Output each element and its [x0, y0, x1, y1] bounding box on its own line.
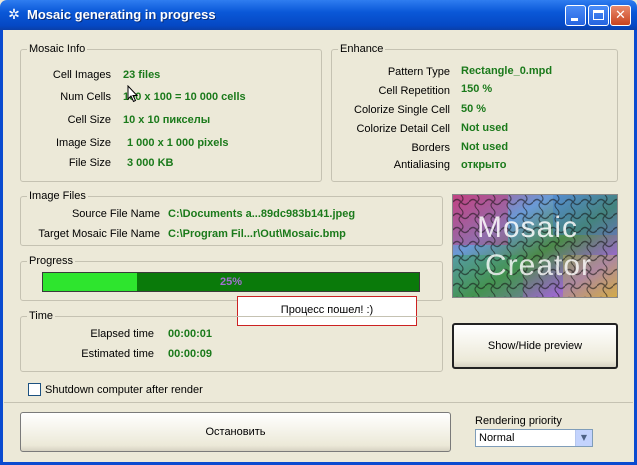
file-size-value: 3 000 KB: [127, 157, 174, 169]
chevron-down-icon[interactable]: ▼: [575, 430, 592, 446]
progress-title: Progress: [27, 254, 76, 268]
mosaic-info-title: Mosaic Info: [27, 42, 88, 56]
source-file-label: Source File Name: [71, 208, 160, 220]
elapsed-time-label: Elapsed time: [90, 328, 154, 340]
mouse-cursor-icon: [127, 85, 139, 103]
cell-size-label: Cell Size: [67, 114, 111, 126]
num-cells-label: Num Cells: [60, 91, 111, 103]
pattern-type-label: Pattern Type: [387, 66, 450, 78]
image-size-value: 1 000 x 1 000 pixels: [127, 137, 229, 149]
minimize-icon: [571, 18, 578, 21]
stop-button[interactable]: Остановить: [20, 412, 451, 452]
time-title: Time: [27, 309, 56, 323]
estimated-time-label: Estimated time: [81, 348, 154, 360]
window-border-left: [0, 30, 3, 465]
num-cells-value: 100 x 100 = 10 000 cells: [123, 91, 246, 103]
image-files-title: Image Files: [27, 189, 88, 203]
target-file-label: Target Mosaic File Name: [38, 228, 160, 240]
minimize-button[interactable]: [565, 5, 586, 26]
render-progress-bar: 25%: [42, 272, 420, 292]
antialiasing-label: Antialiasing: [393, 159, 450, 171]
preview-text-creator: Creator: [485, 249, 593, 282]
cell-repetition-value: 150 %: [461, 83, 493, 95]
pattern-type-value: Rectangle_0.mpd: [461, 65, 553, 77]
close-icon: ✕: [615, 8, 626, 23]
rendering-priority-label: Rendering priority: [475, 415, 562, 427]
antialiasing-value: открыто: [461, 159, 507, 171]
target-file-value: C:\Program Fil...r\Out\Mosaic.bmp: [168, 228, 346, 240]
image-size-label: Image Size: [55, 137, 111, 149]
title-bar[interactable]: ✲ Mosaic generating in progress ✕: [0, 0, 637, 30]
cell-repetition-label: Cell Repetition: [378, 85, 450, 97]
cell-size-value: 10 x 10 пикселы: [123, 114, 211, 126]
rendering-priority-value: Normal: [479, 432, 515, 444]
close-button[interactable]: ✕: [610, 5, 631, 26]
time-group: Time: [20, 309, 443, 372]
cell-images-value: 23 files: [123, 69, 161, 81]
mosaic-preview-image: Mosaic Creator: [452, 194, 618, 298]
borders-label: Borders: [411, 142, 450, 154]
estimated-time-value: 00:00:09: [168, 348, 213, 360]
shutdown-checkbox-label[interactable]: Shutdown computer after render: [45, 383, 203, 397]
preview-text-mosaic: Mosaic: [477, 211, 579, 244]
window-title: Mosaic generating in progress: [27, 7, 216, 22]
maximize-icon: [593, 10, 604, 20]
borders-value: Not used: [461, 141, 509, 153]
source-file-value: C:\Documents a...89dc983b141.jpeg: [168, 208, 356, 220]
stop-button-label: Остановить: [205, 426, 266, 438]
shutdown-checkbox[interactable]: [28, 383, 41, 396]
colorize-detail-value: Not used: [461, 122, 509, 134]
rendering-priority-select[interactable]: Normal ▼: [475, 429, 593, 447]
enhance-title: Enhance: [338, 42, 386, 56]
progress-percent: 25%: [219, 276, 243, 288]
file-size-label: File Size: [68, 157, 111, 169]
colorize-single-value: 50 %: [461, 103, 487, 115]
show-hide-preview-button[interactable]: Show/Hide preview: [452, 323, 618, 369]
mosaic-app-icon: ✲: [8, 7, 20, 23]
cell-images-label: Cell Images: [52, 69, 111, 81]
colorize-single-label: Colorize Single Cell: [354, 104, 450, 116]
maximize-button[interactable]: [588, 5, 609, 26]
show-hide-preview-label: Show/Hide preview: [487, 340, 583, 352]
elapsed-time-value: 00:00:01: [168, 328, 213, 340]
divider: [4, 402, 633, 403]
colorize-detail-label: Colorize Detail Cell: [356, 123, 450, 135]
